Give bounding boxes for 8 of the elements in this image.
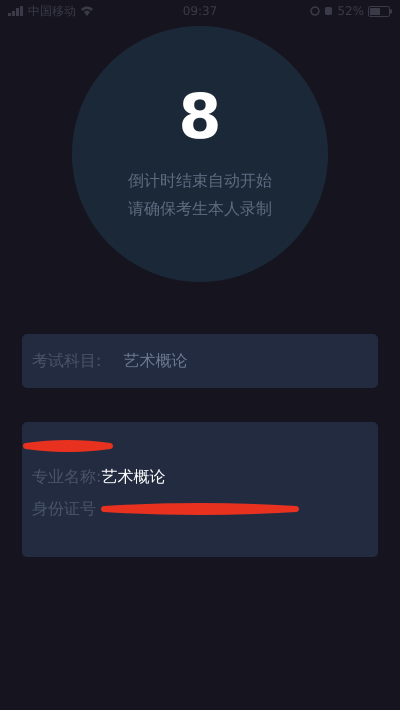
field-value: 艺术概论 bbox=[101, 466, 166, 488]
subject-value: 艺术概论 bbox=[123, 350, 188, 372]
signal-icon bbox=[8, 6, 24, 16]
countdown-hint: 请确保考生本人录制 bbox=[128, 198, 272, 220]
countdown-number: 8 bbox=[178, 80, 222, 152]
countdown-hint: 倒计时结束自动开始 bbox=[128, 170, 272, 192]
wifi-icon bbox=[80, 6, 94, 16]
battery-icon bbox=[368, 6, 392, 16]
